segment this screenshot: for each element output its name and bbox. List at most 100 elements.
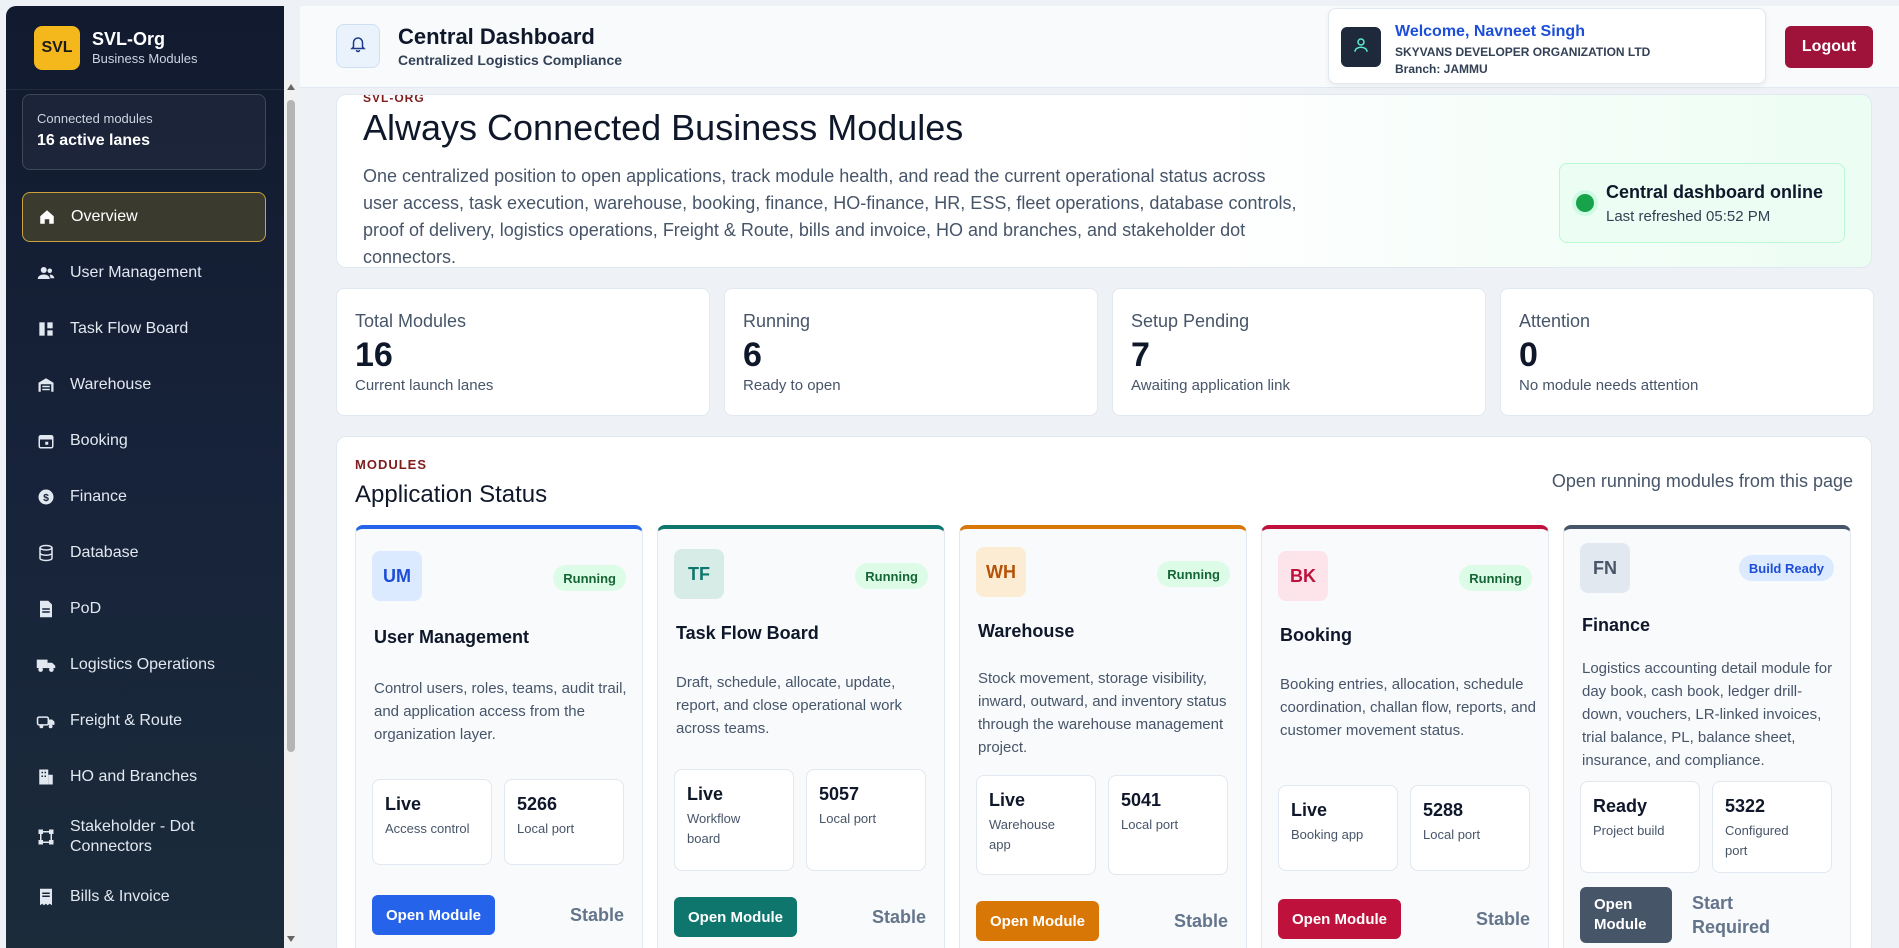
module-title: Task Flow Board	[676, 623, 819, 643]
svg-text:$: $	[43, 492, 49, 504]
module-description: Draft, schedule, allocate, update, repor…	[676, 674, 902, 737]
sidebar-item-booking[interactable]: Booking	[22, 416, 266, 466]
module-metric-status: Live Workflow board	[674, 769, 794, 871]
metric-value: 5288	[1423, 800, 1464, 820]
sidebar-item-label: PoD	[70, 600, 102, 617]
scrollbar-thumb[interactable]	[287, 100, 295, 752]
truck-icon	[36, 655, 56, 675]
sidebar-item-label: Task Flow Board	[70, 320, 189, 337]
stat-label: Total Modules	[355, 311, 467, 331]
metric-value: Live	[1291, 800, 1328, 820]
stat-value: 16	[355, 336, 393, 374]
module-metric-port: 5288 Local port	[1410, 785, 1530, 871]
stat-sub: Awaiting application link	[1131, 377, 1290, 394]
sidebar-scrollbar[interactable]	[284, 80, 298, 946]
module-metric-port: 5041 Local port	[1108, 775, 1228, 875]
users-icon	[36, 263, 56, 283]
status-badge: Running	[1459, 565, 1532, 591]
stat-label: Running	[743, 311, 811, 331]
route-icon	[36, 711, 56, 731]
sidebar-item-finance[interactable]: $ Finance	[22, 472, 266, 522]
document-icon	[36, 599, 56, 619]
hero-panel: SVL-ORG Always Connected Business Module…	[336, 94, 1872, 268]
module-title: Finance	[1582, 615, 1651, 635]
open-module-button[interactable]: Open Module	[976, 901, 1099, 941]
open-module-button[interactable]: Open Module	[372, 895, 495, 935]
module-card-booking: BK Running Booking Booking entries, allo…	[1261, 525, 1549, 948]
modules-tag: MODULES	[355, 457, 427, 472]
brand-subtitle: Business Modules	[92, 51, 198, 66]
dollar-icon: $	[36, 487, 56, 507]
stat-sub: Ready to open	[743, 377, 841, 394]
module-card-user-management: UM Running User Management Control users…	[355, 525, 643, 948]
stat-sub: No module needs attention	[1519, 377, 1699, 394]
sidebar-item-overview[interactable]: Overview	[22, 192, 266, 242]
metric-value: 5322	[1725, 796, 1766, 816]
sidebar-item-label: Database	[70, 544, 139, 561]
module-code-badge: UM	[372, 551, 422, 601]
sidebar-item-ho-branches[interactable]: HO and Branches	[22, 752, 266, 802]
module-code-badge: BK	[1278, 551, 1328, 601]
sidebar-item-stakeholder-dot-connectors[interactable]: Stakeholder - Dot Connectors	[22, 808, 266, 866]
logout-button[interactable]: Logout	[1785, 26, 1873, 68]
branch-name: Branch: JAMMU	[1395, 62, 1488, 76]
notifications-button[interactable]	[336, 24, 380, 68]
sidebar-item-database[interactable]: Database	[22, 528, 266, 578]
metric-label: Workflow board	[687, 811, 741, 846]
database-icon	[36, 543, 56, 563]
sidebar-item-pod[interactable]: PoD	[22, 584, 266, 634]
module-metric-status: Live Warehouse app	[976, 775, 1096, 875]
modules-panel: MODULES Application Status Open running …	[336, 436, 1872, 948]
sidebar-item-label: Stakeholder - Dot Connectors	[70, 818, 195, 855]
module-description: Booking entries, allocation, schedule co…	[1280, 676, 1536, 739]
open-module-button[interactable]: Open Module	[674, 897, 797, 937]
online-status-box: Central dashboard online Last refreshed …	[1559, 163, 1845, 243]
metric-label: Local port	[819, 811, 877, 826]
module-health: Stable	[872, 907, 927, 927]
hero-title: Always Connected Business Modules	[363, 107, 964, 148]
stat-value: 7	[1131, 336, 1150, 374]
sidebar-item-task-flow-board[interactable]: Task Flow Board	[22, 304, 266, 354]
module-metric-status: Live Booking app	[1278, 785, 1398, 871]
metric-label: Configured port	[1725, 823, 1789, 858]
sidebar-item-label: HO and Branches	[70, 768, 198, 785]
module-code-badge: TF	[674, 549, 724, 599]
metric-value: Live	[989, 790, 1026, 810]
sidebar-item-freight-route[interactable]: Freight & Route	[22, 696, 266, 746]
metric-label: Local port	[517, 821, 575, 836]
metric-value: Live	[687, 784, 724, 804]
scroll-up-arrow-icon[interactable]	[287, 84, 295, 90]
board-icon	[36, 319, 56, 339]
scroll-down-arrow-icon[interactable]	[287, 936, 295, 942]
modules-title: Application Status	[355, 481, 548, 508]
module-code-badge: FN	[1580, 543, 1630, 593]
stat-sub: Current launch lanes	[355, 377, 494, 394]
open-module-button[interactable]: Open Module	[1580, 887, 1672, 943]
stat-value: 6	[743, 336, 762, 374]
stat-label: Setup Pending	[1131, 311, 1250, 331]
sidebar-item-label: User Management	[70, 264, 202, 281]
page-title: Central Dashboard	[398, 24, 595, 49]
module-title: Booking	[1280, 625, 1352, 645]
sidebar: SVL SVL-Org Business Modules Connected m…	[6, 6, 284, 948]
metric-value: Ready	[1593, 796, 1648, 816]
status-badge: Running	[1157, 561, 1230, 587]
module-metric-port: 5266 Local port	[504, 779, 624, 865]
hero-tag: SVL-ORG	[363, 94, 425, 105]
module-metric-status: Ready Project build	[1580, 781, 1700, 873]
module-title: User Management	[374, 627, 530, 647]
module-health: Stable	[1174, 911, 1229, 931]
stat-total-modules: Total Modules 16 Current launch lanes	[336, 288, 710, 416]
metric-label: Local port	[1423, 827, 1481, 842]
sidebar-item-user-management[interactable]: User Management	[22, 248, 266, 298]
sidebar-item-warehouse[interactable]: Warehouse	[22, 360, 266, 410]
sidebar-item-logistics-operations[interactable]: Logistics Operations	[22, 640, 266, 690]
sidebar-item-label: Overview	[71, 208, 138, 225]
sidebar-item-bills-invoice[interactable]: Bills & Invoice	[22, 872, 266, 922]
metric-value: 5057	[819, 784, 860, 804]
stat-running: Running 6 Ready to open	[724, 288, 1098, 416]
online-status-dot-icon	[1576, 194, 1594, 212]
avatar	[1341, 27, 1381, 67]
open-module-button[interactable]: Open Module	[1278, 899, 1401, 939]
stat-value: 0	[1519, 336, 1538, 374]
